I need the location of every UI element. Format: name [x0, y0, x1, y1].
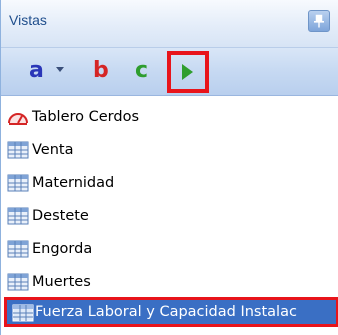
table-icon — [7, 207, 29, 225]
table-icon — [12, 304, 34, 322]
list-item-label: Maternidad — [32, 175, 115, 191]
list-item-label: Tablero Cerdos — [32, 109, 140, 125]
list-item-fuerza-laboral-selected[interactable]: Fuerza Laboral y Capacidad Instalac — [4, 297, 338, 327]
panel-title: Vistas — [9, 12, 47, 28]
list-item-maternidad[interactable]: Maternidad — [7, 169, 338, 199]
a-button[interactable]: a — [29, 58, 44, 84]
list-item-engorda[interactable]: Engorda — [7, 235, 338, 265]
list-item-venta[interactable]: Venta — [7, 136, 338, 166]
list-item-label: Engorda — [32, 241, 93, 257]
table-icon — [7, 273, 29, 291]
pin-button[interactable] — [308, 10, 330, 32]
pin-icon — [314, 14, 324, 28]
b-button[interactable]: b — [93, 58, 109, 84]
panel-header: Vistas — [1, 0, 338, 48]
play-button[interactable] — [167, 51, 209, 93]
views-panel: Vistas a b c Tablero Cerdos Venta Matern… — [0, 0, 338, 335]
gauge-icon — [8, 113, 28, 125]
table-icon — [7, 174, 29, 192]
table-icon — [7, 141, 29, 159]
list-item-muertes[interactable]: Muertes — [7, 268, 338, 298]
list-item-label: Muertes — [32, 274, 91, 290]
list-item-destete[interactable]: Destete — [7, 202, 338, 232]
list-item-label: Venta — [32, 142, 74, 158]
list-item-tablero-cerdos[interactable]: Tablero Cerdos — [7, 103, 338, 133]
play-icon — [182, 64, 193, 80]
table-icon — [7, 240, 29, 258]
c-button[interactable]: c — [135, 58, 148, 84]
list-item-label: Destete — [32, 208, 89, 224]
list-item-label: Fuerza Laboral y Capacidad Instalac — [35, 304, 297, 320]
chevron-down-icon[interactable] — [56, 67, 64, 72]
